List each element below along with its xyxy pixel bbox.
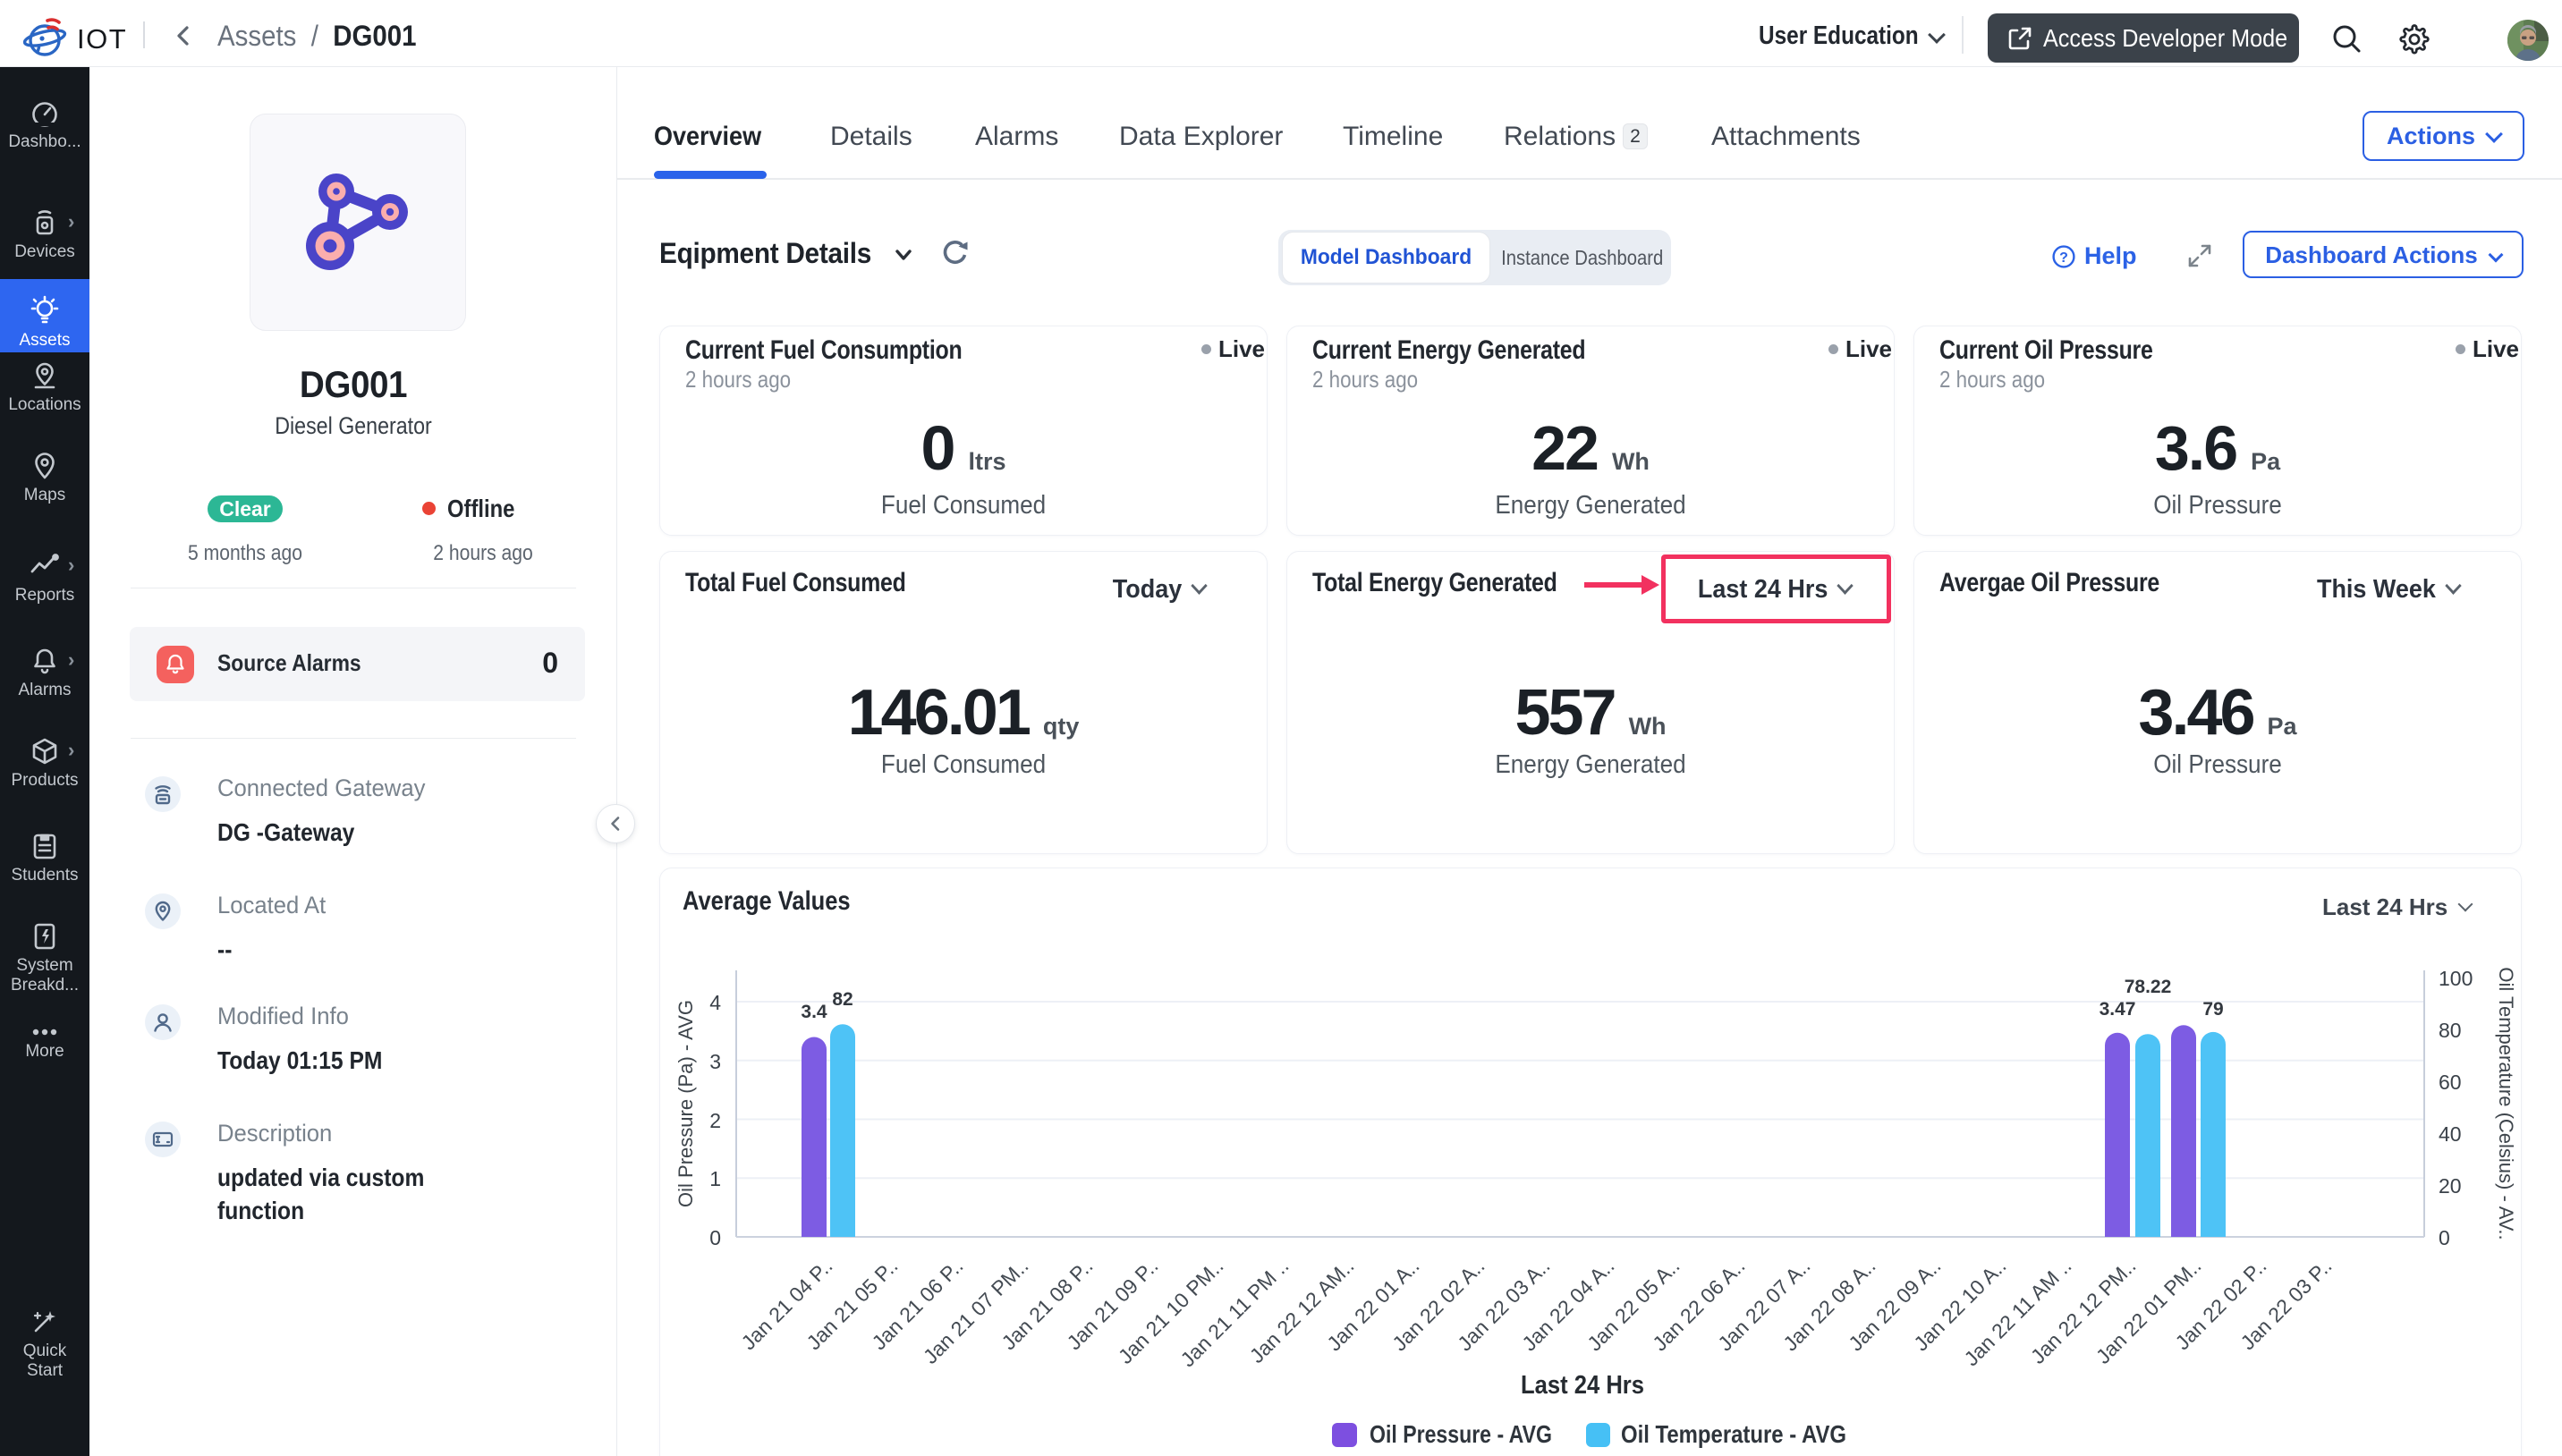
svg-text:0: 0	[2439, 1226, 2450, 1249]
svg-text:20: 20	[2439, 1174, 2462, 1198]
svg-text:Last 24 Hrs: Last 24 Hrs	[1521, 1371, 1644, 1400]
svg-text:Oil Temperature - AVG: Oil Temperature - AVG	[1621, 1420, 1846, 1448]
svg-text:100: 100	[2439, 967, 2473, 990]
svg-text:3: 3	[709, 1050, 721, 1073]
svg-text:2: 2	[709, 1109, 721, 1132]
svg-text:4: 4	[709, 991, 721, 1014]
svg-text:Oil Pressure (Pa) - AVG: Oil Pressure (Pa) - AVG	[674, 1000, 697, 1207]
svg-text:40: 40	[2439, 1122, 2462, 1146]
svg-text:82: 82	[832, 989, 853, 1010]
svg-text:Oil Pressure - AVG: Oil Pressure - AVG	[1370, 1420, 1552, 1448]
svg-text:3.4: 3.4	[801, 1002, 827, 1022]
svg-text:80: 80	[2439, 1019, 2462, 1042]
svg-text:3.47: 3.47	[2100, 999, 2136, 1020]
svg-text:60: 60	[2439, 1071, 2462, 1094]
svg-text:79: 79	[2202, 999, 2223, 1020]
svg-text:78.22: 78.22	[2125, 977, 2172, 997]
svg-text:0: 0	[709, 1226, 721, 1249]
svg-text:?: ?	[2059, 250, 2068, 266]
svg-text:Oil Temperature (Celsius) - AV: Oil Temperature (Celsius) - AV..	[2495, 967, 2517, 1240]
svg-text:1: 1	[709, 1167, 721, 1190]
